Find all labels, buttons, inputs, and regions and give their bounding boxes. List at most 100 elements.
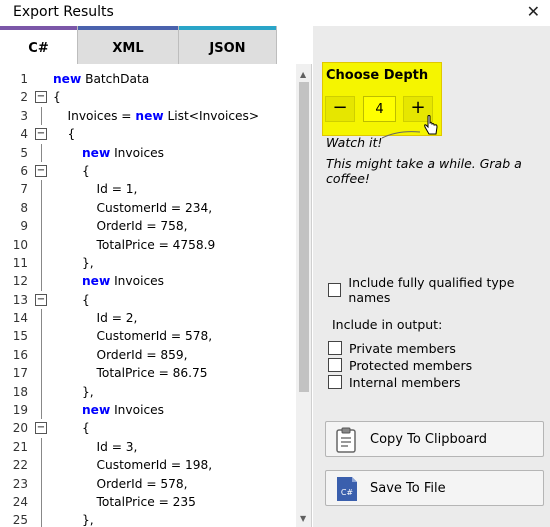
collapse-icon[interactable]: − bbox=[35, 164, 47, 177]
code-fragment: OrderId = 578, bbox=[96, 476, 188, 491]
line-number: 15 bbox=[12, 329, 28, 344]
code-text: }, bbox=[82, 254, 94, 272]
line-number: 11 bbox=[12, 255, 28, 270]
fold-guide-line bbox=[41, 143, 42, 162]
code-line: 11}, bbox=[0, 253, 296, 273]
code-fragment: Invoices bbox=[110, 274, 164, 289]
depth-decrease-button[interactable]: − bbox=[325, 96, 355, 122]
line-number: 24 bbox=[12, 494, 28, 509]
code-text: CustomerId = 234, bbox=[97, 199, 213, 217]
code-line: 21 Id = 3, bbox=[0, 437, 296, 457]
line-number: 13 bbox=[12, 292, 28, 307]
code-line: 3 Invoices = new List<Invoices> bbox=[0, 106, 296, 126]
protected-members-checkbox[interactable] bbox=[328, 358, 342, 372]
title-bar: Export Results ✕ bbox=[0, 0, 550, 26]
fold-guide-line bbox=[41, 492, 42, 512]
code-text: Id = 1, bbox=[97, 180, 138, 198]
csharp-file-icon: C# bbox=[337, 477, 357, 501]
code-line: 25}, bbox=[0, 511, 296, 527]
code-text: OrderId = 578, bbox=[97, 475, 188, 493]
internal-members-row[interactable]: Internal members bbox=[328, 374, 460, 390]
code-fragment: Invoices = bbox=[67, 108, 136, 123]
collapse-icon[interactable]: − bbox=[35, 91, 47, 104]
save-to-file-button[interactable]: C# Save To File bbox=[325, 470, 544, 506]
code-fragment: CustomerId = 198, bbox=[96, 458, 213, 473]
format-tabs: C# XML JSON bbox=[0, 26, 310, 64]
fold-guide-line bbox=[41, 456, 42, 475]
tab-json-accent-bar bbox=[179, 26, 276, 30]
code-line: 7 Id = 1, bbox=[0, 180, 296, 199]
fold-guide-line bbox=[41, 253, 42, 273]
scrollbar-thumb[interactable] bbox=[299, 82, 309, 392]
code-lines: 1 new BatchData 2−{ 3 Invoices = new List<In… bbox=[0, 70, 296, 527]
code-line: 9 OrderId = 758, bbox=[0, 217, 296, 236]
line-number: 3 bbox=[20, 108, 28, 123]
code-fragment: { bbox=[82, 163, 90, 178]
code-fragment: { bbox=[82, 421, 90, 436]
protected-members-row[interactable]: Protected members bbox=[328, 357, 472, 373]
hint-text: This might take a while. Grab a coffee! bbox=[326, 156, 522, 186]
line-number: 8 bbox=[20, 200, 28, 215]
code-fragment: Invoices bbox=[110, 145, 164, 160]
code-fragment: List<Invoices> bbox=[163, 108, 260, 123]
code-text: new Invoices bbox=[82, 272, 164, 290]
close-icon[interactable]: ✕ bbox=[527, 2, 540, 21]
fully-qualified-checkbox-row[interactable]: Include fully qualified type names bbox=[328, 275, 550, 305]
code-fragment: }, bbox=[82, 513, 94, 527]
tab-xml[interactable]: XML bbox=[77, 26, 178, 64]
code-text: { bbox=[82, 419, 90, 437]
code-editor[interactable]: 1 new BatchData 2−{ 3 Invoices = new List<In… bbox=[0, 64, 312, 527]
fold-guide-line bbox=[41, 106, 42, 126]
tab-xml-accent-bar bbox=[78, 26, 178, 30]
code-text: CustomerId = 578, bbox=[97, 327, 213, 345]
code-fragment: TotalPrice = 4758.9 bbox=[96, 237, 216, 252]
fold-guide-line bbox=[41, 272, 42, 291]
code-fragment: BatchData bbox=[81, 72, 150, 86]
code-text: OrderId = 758, bbox=[97, 217, 188, 235]
code-text: }, bbox=[82, 383, 94, 401]
vertical-scrollbar[interactable]: ▲ ▼ bbox=[296, 64, 311, 527]
collapse-icon[interactable]: − bbox=[35, 128, 47, 141]
fold-guide-line bbox=[41, 217, 42, 236]
fold-guide-line bbox=[41, 364, 42, 383]
scroll-up-icon[interactable]: ▲ bbox=[300, 70, 306, 79]
code-line: 2−{ bbox=[0, 88, 296, 106]
code-fragment: OrderId = 859, bbox=[96, 347, 188, 362]
scroll-down-icon[interactable]: ▼ bbox=[300, 514, 306, 523]
private-members-checkbox[interactable] bbox=[328, 341, 342, 355]
keyword: new bbox=[53, 72, 82, 86]
depth-input[interactable] bbox=[363, 96, 396, 122]
fold-guide-line bbox=[41, 235, 42, 254]
code-line: 6− { bbox=[0, 162, 296, 180]
fold-guide-line bbox=[41, 474, 42, 493]
collapse-icon[interactable]: − bbox=[35, 422, 47, 435]
fold-guide-line bbox=[41, 180, 42, 199]
code-fragment: OrderId = 758, bbox=[96, 219, 188, 234]
fully-qualified-checkbox[interactable] bbox=[328, 283, 342, 297]
code-line: 8 CustomerId = 234, bbox=[0, 198, 296, 218]
line-number: 22 bbox=[12, 458, 28, 473]
private-members-row[interactable]: Private members bbox=[328, 340, 456, 356]
code-line: 5 new Invoices bbox=[0, 143, 296, 162]
line-number: 16 bbox=[12, 347, 28, 362]
code-text: }, bbox=[82, 511, 94, 527]
keyword: new bbox=[82, 274, 111, 289]
pointer-line-icon bbox=[381, 131, 421, 139]
code-fragment: { bbox=[53, 90, 61, 105]
keyword: new bbox=[82, 403, 111, 418]
line-number: 1 bbox=[20, 72, 28, 86]
fully-qualified-label: Include fully qualified type names bbox=[348, 275, 515, 305]
fold-guide-line bbox=[41, 345, 42, 365]
copy-to-clipboard-button[interactable]: Copy To Clipboard bbox=[325, 421, 544, 457]
code-fragment: TotalPrice = 86.75 bbox=[96, 366, 208, 381]
code-text: TotalPrice = 86.75 bbox=[97, 364, 208, 382]
line-number: 14 bbox=[12, 311, 28, 326]
tab-json-label: JSON bbox=[209, 41, 246, 56]
tab-xml-label: XML bbox=[112, 41, 144, 56]
collapse-icon[interactable]: − bbox=[35, 293, 47, 306]
code-line: 12 new Invoices bbox=[0, 272, 296, 291]
tab-json[interactable]: JSON bbox=[178, 26, 277, 64]
internal-members-checkbox[interactable] bbox=[328, 375, 342, 389]
tab-csharp[interactable]: C# bbox=[0, 26, 77, 64]
include-output-label: Include in output: bbox=[332, 317, 443, 332]
